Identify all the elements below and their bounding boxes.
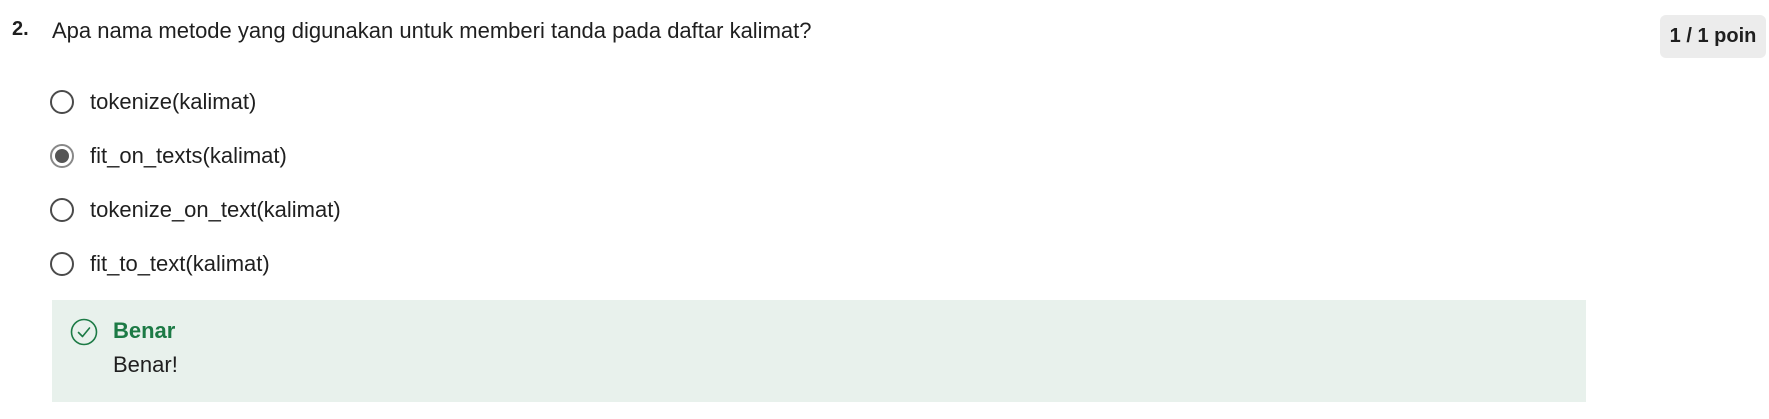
score-badge: 1 / 1 poin [1660, 15, 1766, 58]
option-label: tokenize(kalimat) [90, 89, 257, 114]
feedback-message: Benar! [113, 352, 178, 377]
answer-options: tokenize(kalimat) fit_on_texts(kalimat) … [50, 84, 341, 300]
option-tokenize-on-text[interactable]: tokenize_on_text(kalimat) [50, 192, 341, 228]
option-tokenize[interactable]: tokenize(kalimat) [50, 84, 341, 120]
feedback-panel: Benar Benar! [52, 300, 1586, 402]
radio-button[interactable] [50, 90, 74, 114]
feedback-title: Benar [113, 318, 176, 343]
check-circle-icon [70, 318, 98, 346]
radio-button[interactable] [50, 252, 74, 276]
radio-button[interactable] [50, 198, 74, 222]
question-number: 2. [12, 18, 29, 40]
quiz-question-page: 2. Apa nama metode yang digunakan untuk … [0, 0, 1769, 419]
question-text: Apa nama metode yang digunakan untuk mem… [52, 18, 812, 43]
option-fit-to-text[interactable]: fit_to_text(kalimat) [50, 246, 341, 282]
radio-button-selected[interactable] [50, 144, 74, 168]
option-label: tokenize_on_text(kalimat) [90, 197, 341, 222]
option-fit-on-texts[interactable]: fit_on_texts(kalimat) [50, 138, 341, 174]
option-label: fit_to_text(kalimat) [90, 251, 270, 276]
option-label: fit_on_texts(kalimat) [90, 143, 287, 168]
